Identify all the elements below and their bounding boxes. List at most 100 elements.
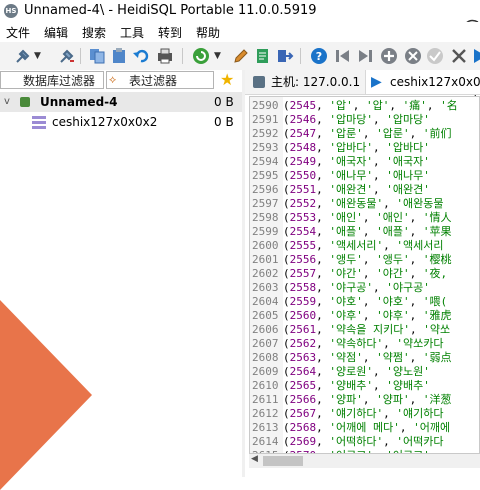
- disconnect-plug-icon[interactable]: [58, 47, 76, 65]
- table-filter-input[interactable]: 表过滤器: [106, 71, 214, 89]
- favorite-star-icon[interactable]: ★: [220, 70, 234, 89]
- pane-splitter[interactable]: [242, 70, 245, 477]
- code-comma: ,: [372, 365, 387, 378]
- code-paren: (: [283, 197, 290, 210]
- post-record-icon[interactable]: [426, 47, 444, 65]
- code-comma: ,: [409, 295, 423, 308]
- code-paren: (: [283, 351, 290, 364]
- filter-bar: ⟡ 数据库过滤器 ⟡ 表过滤器 ★: [0, 70, 245, 92]
- code-line: 2610 (2565, '양배추', '양배추': [250, 379, 430, 393]
- code-value: '양노원': [386, 365, 430, 378]
- code-line: 2602 (2557, '야간', '야간', '夜,: [250, 267, 447, 281]
- menu-tools[interactable]: 工具: [120, 24, 144, 41]
- print-icon[interactable]: [156, 47, 174, 65]
- line-number: 2594: [252, 155, 279, 168]
- code-value: '애나무': [329, 169, 373, 182]
- refresh-dropdown-icon[interactable]: ▼: [214, 47, 232, 65]
- code-value: '압룬': [329, 127, 363, 140]
- database-filter-input[interactable]: 数据库过滤器: [0, 71, 104, 89]
- delete-record-icon[interactable]: [404, 47, 422, 65]
- code-paren: (: [283, 435, 290, 448]
- code-comma: ,: [409, 309, 423, 322]
- code-value: '애완동물': [329, 197, 384, 210]
- tab-query[interactable]: ▶ ceshix127x0x0x: [365, 70, 480, 94]
- line-number: 2600: [252, 239, 279, 252]
- sql-editor[interactable]: 2590 (2545, '압', '압', '痛', '名 2591 (2546, '…: [249, 96, 480, 454]
- refresh-icon[interactable]: [192, 47, 210, 65]
- menu-help[interactable]: 帮助: [196, 24, 220, 41]
- document-icon[interactable]: [254, 47, 272, 65]
- tree-node-server[interactable]: v Unnamed-4 0 B: [0, 92, 242, 112]
- line-number: 2606: [252, 323, 279, 336]
- code-id: 2547: [289, 127, 317, 140]
- last-record-icon[interactable]: [356, 47, 374, 65]
- menu-edit[interactable]: 编辑: [44, 24, 68, 41]
- code-value: '야구공': [386, 281, 430, 294]
- paste-icon[interactable]: [110, 47, 128, 65]
- code-line: 2595 (2550, '애나무', '애나무': [250, 169, 430, 183]
- export-icon[interactable]: [276, 47, 294, 65]
- code-comma: ,: [372, 183, 387, 196]
- server-icon: [20, 97, 30, 107]
- code-line: 2601 (2556, '앵두', '앵두', '樱桃: [250, 253, 452, 267]
- code-comma: ,: [399, 421, 414, 434]
- line-number: 2593: [252, 141, 279, 154]
- code-comma: ,: [409, 351, 423, 364]
- code-line: 2599 (2554, '애플', '애플', '苹果: [250, 225, 452, 239]
- code-comma: ,: [383, 239, 397, 252]
- copy-icon[interactable]: [88, 47, 106, 65]
- code-value: '樱桃: [422, 253, 452, 266]
- code-comma: ,: [409, 323, 424, 336]
- menu-file[interactable]: 文件: [6, 24, 30, 41]
- code-comma: ,: [316, 155, 330, 168]
- line-number: 2592: [252, 127, 279, 140]
- edit-pencil-icon[interactable]: [232, 47, 250, 65]
- connect-plug-icon[interactable]: [14, 47, 32, 65]
- undo-icon[interactable]: [132, 47, 150, 65]
- menu-search[interactable]: 搜索: [82, 24, 106, 41]
- tab-host[interactable]: 主机: 127.0.0.1: [245, 70, 365, 94]
- code-value: '前们: [422, 127, 452, 140]
- code-value: '어깨에: [413, 421, 451, 434]
- code-value: '양배추': [329, 379, 373, 392]
- scrollbar-thumb[interactable]: [263, 456, 303, 466]
- code-comma: ,: [316, 127, 330, 140]
- code-value: '어떡카다: [396, 435, 444, 448]
- code-comma: ,: [362, 351, 377, 364]
- first-record-icon[interactable]: [334, 47, 352, 65]
- connect-dropdown-icon[interactable]: ▼: [34, 47, 52, 65]
- collapse-chevron-icon[interactable]: v: [4, 92, 10, 112]
- code-value: '액세서리': [329, 239, 384, 252]
- code-comma: ,: [383, 407, 397, 420]
- code-value: '약쩜': [376, 351, 410, 364]
- help-icon[interactable]: ?: [310, 47, 328, 65]
- code-id: 2566: [289, 393, 317, 406]
- code-id: 2550: [289, 169, 317, 182]
- table-filter-icon: ⟡: [109, 73, 117, 86]
- line-number: 2613: [252, 421, 279, 434]
- cancel-x-icon[interactable]: [450, 47, 468, 65]
- code-comma: ,: [316, 169, 330, 182]
- code-value: '애완견': [329, 183, 373, 196]
- code-comma: ,: [372, 379, 387, 392]
- execute-play-icon[interactable]: [472, 47, 480, 65]
- code-comma: ,: [372, 169, 387, 182]
- horizontal-scrollbar[interactable]: ◀: [249, 454, 480, 468]
- toolbar-separator: [182, 48, 183, 64]
- code-value: '압마당': [329, 113, 373, 126]
- svg-text:?: ?: [316, 50, 322, 63]
- line-number: 2603: [252, 281, 279, 294]
- tree-node-database[interactable]: ceshix127x0x0x2 0 B: [0, 112, 242, 132]
- code-paren: (: [283, 393, 290, 406]
- code-value: '액세서리: [396, 239, 444, 252]
- line-number: 2595: [252, 169, 279, 182]
- scroll-left-icon[interactable]: ◀: [251, 454, 258, 464]
- code-comma: ,: [316, 435, 330, 448]
- code-comma: ,: [383, 337, 397, 350]
- tree-server-size: 0 B: [214, 95, 234, 109]
- menu-goto[interactable]: 转到: [158, 24, 182, 41]
- code-id: 2556: [289, 253, 317, 266]
- code-comma: ,: [389, 99, 403, 112]
- code-comma: ,: [362, 225, 377, 238]
- add-record-icon[interactable]: [380, 47, 398, 65]
